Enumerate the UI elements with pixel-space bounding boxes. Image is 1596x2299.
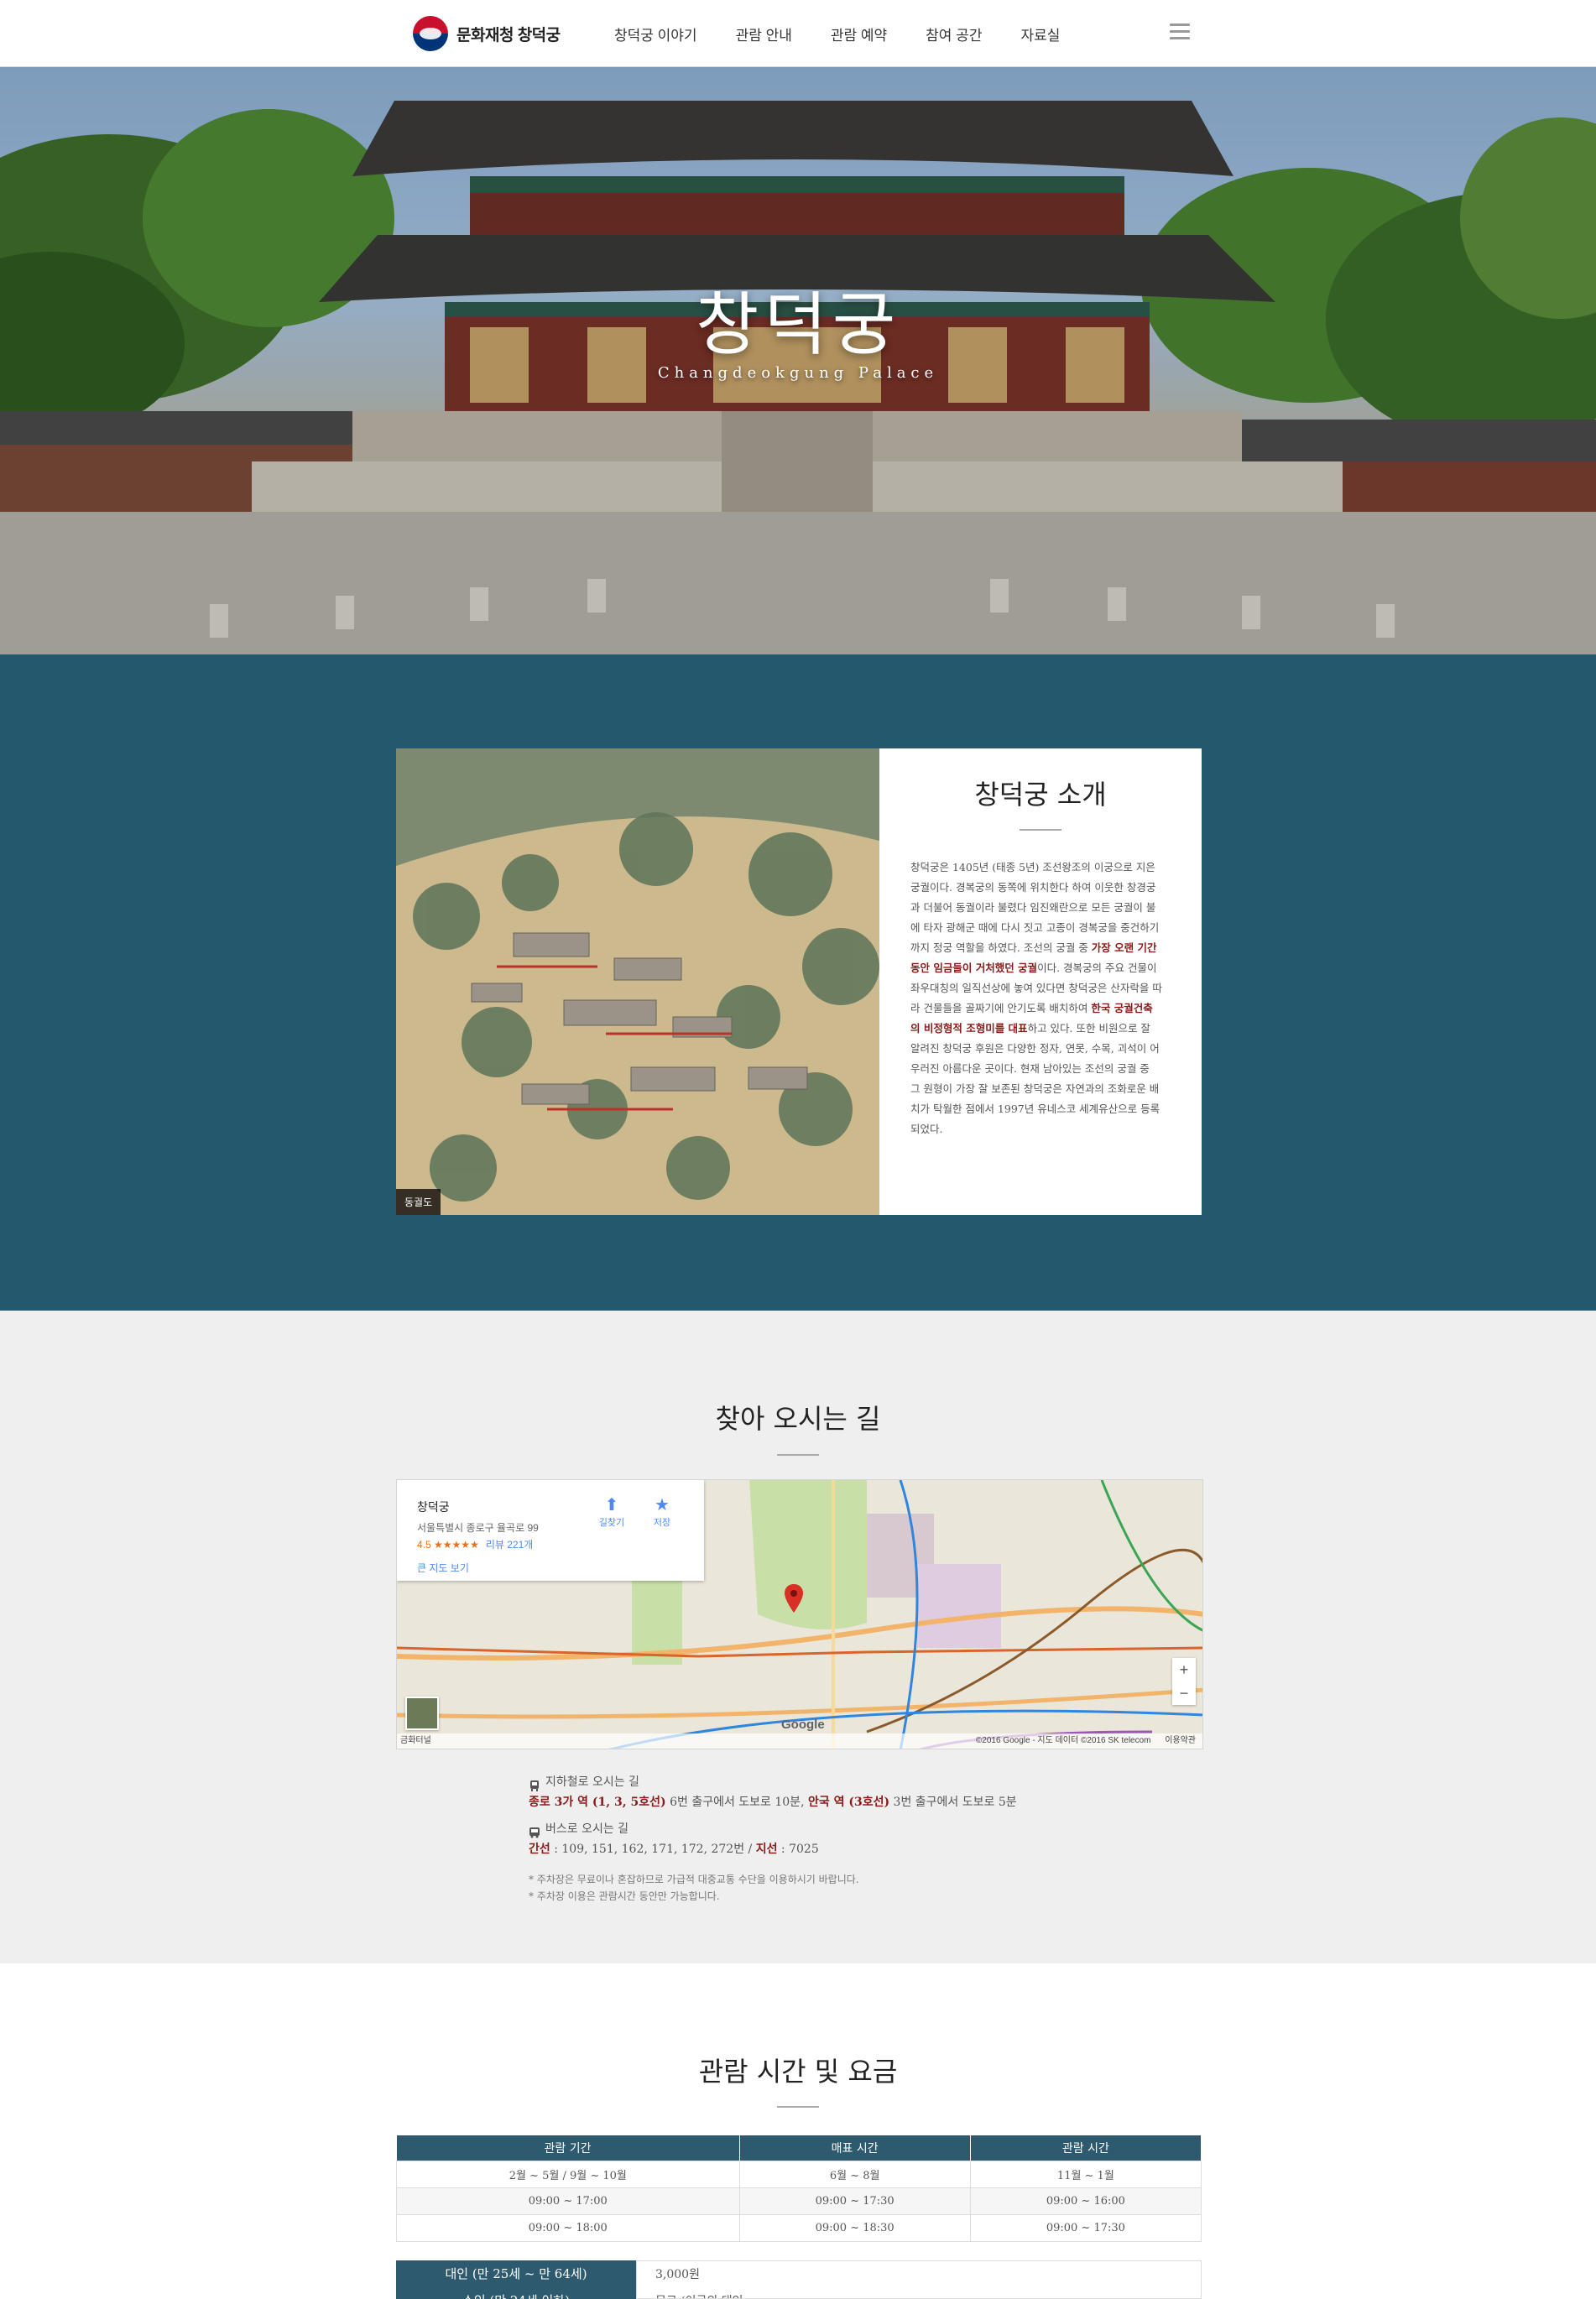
intro-section: 동궐도 창덕궁 소개 창덕궁은 1405년 (태종 5년) 조선왕조의 이궁으로… <box>0 654 1596 1311</box>
fee-value-child-text: 무료 (이금의 대인 <box>655 2288 1201 2298</box>
zoom-in-button[interactable]: + <box>1172 1658 1196 1681</box>
rating-value: 4.5 <box>417 1539 431 1551</box>
nav-item-reservation[interactable]: 관람 예약 <box>831 23 887 44</box>
nav-item-visit-info[interactable]: 관람 안내 <box>736 23 792 44</box>
logo-text: 문화재청 창덕궁 <box>456 26 561 44</box>
zoom-control: + − <box>1172 1658 1196 1705</box>
nav-item-story[interactable]: 창덕궁 이야기 <box>614 23 697 44</box>
save-button[interactable]: ★ 저장 <box>645 1495 679 1529</box>
map-label-tunnel: 금화터널 <box>400 1736 431 1745</box>
bus-trunk-routes: : 109, 151, 162, 171, 172, 272번 / <box>550 1843 756 1856</box>
nav-item-archive[interactable]: 자료실 <box>1020 23 1060 44</box>
bus-detail: 간선 : 109, 151, 162, 171, 172, 272번 / 지선 … <box>529 1839 1133 1859</box>
table-cell: 11월 ~ 1월 <box>969 2160 1202 2188</box>
table-cell: 09:00 ~ 17:30 <box>738 2187 971 2215</box>
table-header: 매표 시간 <box>739 2135 971 2161</box>
star-icon: ★ <box>655 1496 670 1514</box>
zoom-out-button[interactable]: − <box>1172 1681 1196 1705</box>
table-cell: 2월 ~ 5월 / 9월 ~ 10월 <box>396 2160 740 2188</box>
place-name: 창덕궁 <box>417 1500 450 1514</box>
large-map-link[interactable]: 큰 지도 보기 <box>417 1561 469 1575</box>
fee-value-adult: 3,000원무료 (이금의 대인 <box>636 2260 1202 2299</box>
reviews-link[interactable]: 리뷰 221개 <box>486 1539 533 1551</box>
table-cell: 09:00 ~ 16:00 <box>969 2187 1202 2215</box>
cultural-heritage-emblem-icon <box>413 16 448 51</box>
bus-branch-routes: : 7025 <box>777 1843 819 1856</box>
table-cell: 09:00 ~ 18:00 <box>396 2213 740 2242</box>
place-rating: 4.5 ★★★★★ 리뷰 221개 <box>417 1537 533 1551</box>
subway-detail: 종로 3가 역 (1, 3, 5호선) 6번 출구에서 도보로 10분, 안국 … <box>529 1792 1133 1812</box>
title-divider <box>1020 829 1061 831</box>
table-cell: 09:00 ~ 18:30 <box>738 2213 971 2242</box>
google-logo: Google <box>781 1718 825 1732</box>
intro-text-3: 하고 있다. 또한 비원으로 잘 알려진 창덕궁 후원은 다양한 정자, 연못,… <box>910 1022 1160 1135</box>
directions-icon: ⬆ <box>604 1496 619 1514</box>
table-cell: 09:00 ~ 17:30 <box>969 2213 1202 2242</box>
table-row: 2월 ~ 5월 / 9월 ~ 10월 6월 ~ 8월 11월 ~ 1월 <box>396 2160 1202 2188</box>
intro-title: 창덕궁 소개 <box>974 779 1107 811</box>
map-footer: 금화터널 ©2016 Google - 지도 데이터 ©2016 SK tele… <box>397 1733 1202 1749</box>
image-caption: 동궐도 <box>396 1189 441 1215</box>
subway-station-anguk: 안국 역 (3호선) <box>807 1796 890 1809</box>
parking-note-1: * 주차장은 무료이나 혼잡하므로 가급적 대중교통 수단을 이용하시기 바랍니… <box>529 1874 859 1885</box>
satellite-toggle[interactable] <box>405 1697 439 1730</box>
main-nav: 창덕궁 이야기 관람 안내 관람 예약 참여 공간 자료실 <box>614 0 1098 67</box>
table-cell: 09:00 ~ 17:00 <box>396 2187 740 2215</box>
fee-label-adult-text: 대인 (만 25세 ~ 만 64세) <box>445 2266 587 2281</box>
directions-label: 길찾기 <box>598 1518 625 1528</box>
subway-heading-row: 지하철로 오시는 길 <box>529 1772 1133 1792</box>
title-divider <box>777 2106 819 2108</box>
map-marker-icon[interactable] <box>785 1584 803 1613</box>
bus-icon <box>529 1825 540 1838</box>
intro-card: 동궐도 창덕궁 소개 창덕궁은 1405년 (태종 5년) 조선왕조의 이궁으로… <box>396 748 1202 1215</box>
fee-label-adult: 대인 (만 25세 ~ 만 64세) 소인 (만 24세 이하) <box>396 2260 636 2299</box>
hours-table: 관람 기간 매표 시간 관람 시간 2월 ~ 5월 / 9월 ~ 10월 6월 … <box>396 2135 1202 2242</box>
table-row: 09:00 ~ 18:00 09:00 ~ 18:30 09:00 ~ 17:3… <box>396 2213 1202 2242</box>
hero-subtitle: Changdeokgung Palace <box>657 364 939 382</box>
directions-title: 찾아 오시는 길 <box>715 1403 881 1435</box>
place-address: 서울특별시 종로구 율곡로 99 <box>417 1522 539 1534</box>
map-copyright: ©2016 Google - 지도 데이터 ©2016 SK telecom <box>975 1736 1151 1745</box>
map-attribution: ©2016 Google - 지도 데이터 ©2016 SK telecom 이… <box>976 1733 1196 1749</box>
hours-title: 관람 시간 및 요금 <box>698 2056 898 2088</box>
map-terms-link[interactable]: 이용약관 <box>1165 1736 1196 1745</box>
fee-label-child-text: 소인 (만 24세 이하) <box>396 2287 636 2299</box>
intro-text-1: 창덕궁은 1405년 (태종 5년) 조선왕조의 이궁으로 지은 궁궐이다. 경… <box>910 861 1160 954</box>
bus-trunk-label: 간선 <box>529 1843 550 1856</box>
directions-button[interactable]: ⬆ 길찾기 <box>595 1495 628 1529</box>
fee-value-adult-text: 3,000원 <box>655 2268 700 2281</box>
transit-info: 지하철로 오시는 길 종로 3가 역 (1, 3, 5호선) 6번 출구에서 도… <box>529 1772 1133 1905</box>
site-header: 문화재청 창덕궁 창덕궁 이야기 관람 안내 관람 예약 참여 공간 자료실 <box>0 0 1596 67</box>
table-cell: 6월 ~ 8월 <box>738 2160 971 2188</box>
donggwoldo-painting-image: 동궐도 <box>396 748 879 1215</box>
site-logo[interactable]: 문화재청 창덕궁 <box>413 15 561 52</box>
rating-stars-icon: ★★★★★ <box>434 1539 479 1551</box>
google-map[interactable]: 창덕궁 서울특별시 종로구 율곡로 99 4.5 ★★★★★ 리뷰 221개 큰 … <box>396 1479 1203 1749</box>
table-header: 관람 기간 <box>396 2135 740 2161</box>
title-divider <box>777 1454 819 1456</box>
table-row: 09:00 ~ 17:00 09:00 ~ 17:30 09:00 ~ 16:0… <box>396 2187 1202 2215</box>
subway-icon <box>529 1778 540 1791</box>
bus-heading: 버스로 오시는 길 <box>545 1822 629 1836</box>
intro-body: 창덕궁은 1405년 (태종 5년) 조선왕조의 이궁으로 지은 궁궐이다. 경… <box>910 858 1162 1139</box>
bus-heading-row: 버스로 오시는 길 <box>529 1819 1133 1839</box>
bus-branch-label: 지선 <box>755 1843 778 1856</box>
table-header: 관람 시간 <box>970 2135 1202 2161</box>
parking-note-2: * 주차장 이용은 관람시간 동안만 가능합니다. <box>529 1890 720 1902</box>
save-label: 저장 <box>653 1518 671 1528</box>
place-info-card: 창덕궁 서울특별시 종로구 율곡로 99 4.5 ★★★★★ 리뷰 221개 큰 … <box>397 1480 704 1581</box>
hero-banner: 창덕궁 Changdeokgung Palace <box>0 67 1596 654</box>
nav-item-community[interactable]: 참여 공간 <box>926 23 982 44</box>
subway-text-2: 3번 출구에서 도보로 5분 <box>889 1796 1017 1809</box>
subway-heading: 지하철로 오시는 길 <box>545 1775 639 1789</box>
hamburger-menu-icon[interactable] <box>1170 23 1190 42</box>
subway-text-1: 6번 출구에서 도보로 10분, <box>665 1796 808 1809</box>
subway-station-jongno3ga: 종로 3가 역 (1, 3, 5호선) <box>529 1796 666 1809</box>
hero-title: 창덕궁 <box>695 285 901 365</box>
